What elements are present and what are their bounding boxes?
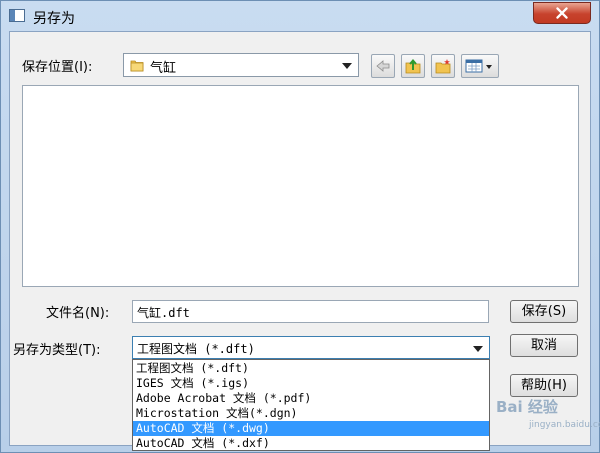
close-button[interactable]: [533, 2, 591, 24]
up-folder-icon: [405, 58, 421, 74]
back-button[interactable]: [371, 54, 395, 78]
file-list[interactable]: [22, 85, 579, 287]
save-button[interactable]: 保存(S): [510, 300, 578, 323]
watermark-url: jingyan.baidu.com: [529, 420, 600, 430]
new-folder-button[interactable]: [431, 54, 455, 78]
back-arrow-icon: [376, 60, 390, 72]
up-folder-button[interactable]: [401, 54, 425, 78]
chevron-down-icon: [342, 63, 352, 69]
save-in-label: 保存位置(I):: [22, 60, 93, 75]
watermark-logo: Bai 经验: [496, 398, 558, 416]
filetype-options-list[interactable]: 工程图文档 (*.dft) IGES 文档 (*.igs) Adobe Acro…: [132, 359, 490, 451]
filename-value: 气缸.dft: [137, 306, 190, 320]
folder-icon: [130, 60, 144, 72]
filetype-option[interactable]: Microstation 文档(*.dgn): [133, 406, 489, 421]
view-menu-button[interactable]: [461, 54, 499, 78]
new-folder-icon: [435, 59, 451, 74]
save-as-dialog: 另存为 保存位置(I): 气缸 文件名(N): 气缸.dft 保存(S) 另存为…: [0, 0, 600, 453]
filetype-option[interactable]: 工程图文档 (*.dft): [133, 361, 489, 376]
filetype-option[interactable]: IGES 文档 (*.igs): [133, 376, 489, 391]
title-bar[interactable]: 另存为: [1, 1, 599, 31]
view-menu-icon: [465, 59, 492, 73]
dialog-body: 保存位置(I): 气缸 文件名(N): 气缸.dft 保存(S) 另存为类型(T…: [9, 31, 591, 451]
help-button[interactable]: 帮助(H): [510, 374, 578, 397]
filename-input[interactable]: 气缸.dft: [132, 300, 489, 323]
save-in-dropdown[interactable]: 气缸: [123, 53, 359, 77]
filetype-value: 工程图文档 (*.dft): [137, 342, 255, 356]
chevron-down-icon: [473, 346, 483, 352]
cancel-button[interactable]: 取消: [510, 334, 578, 357]
filetype-option[interactable]: Adobe Acrobat 文档 (*.pdf): [133, 391, 489, 406]
window-icon: [9, 9, 25, 22]
filetype-option-selected[interactable]: AutoCAD 文档 (*.dwg): [133, 421, 489, 436]
filetype-option[interactable]: AutoCAD 文档 (*.dxf): [133, 436, 489, 451]
save-in-value: 气缸: [150, 61, 177, 76]
close-icon: [556, 7, 568, 19]
window-title: 另存为: [33, 11, 75, 27]
filename-label: 文件名(N):: [46, 306, 110, 321]
filetype-label: 另存为类型(T):: [13, 343, 101, 358]
filetype-dropdown[interactable]: 工程图文档 (*.dft): [132, 336, 490, 359]
